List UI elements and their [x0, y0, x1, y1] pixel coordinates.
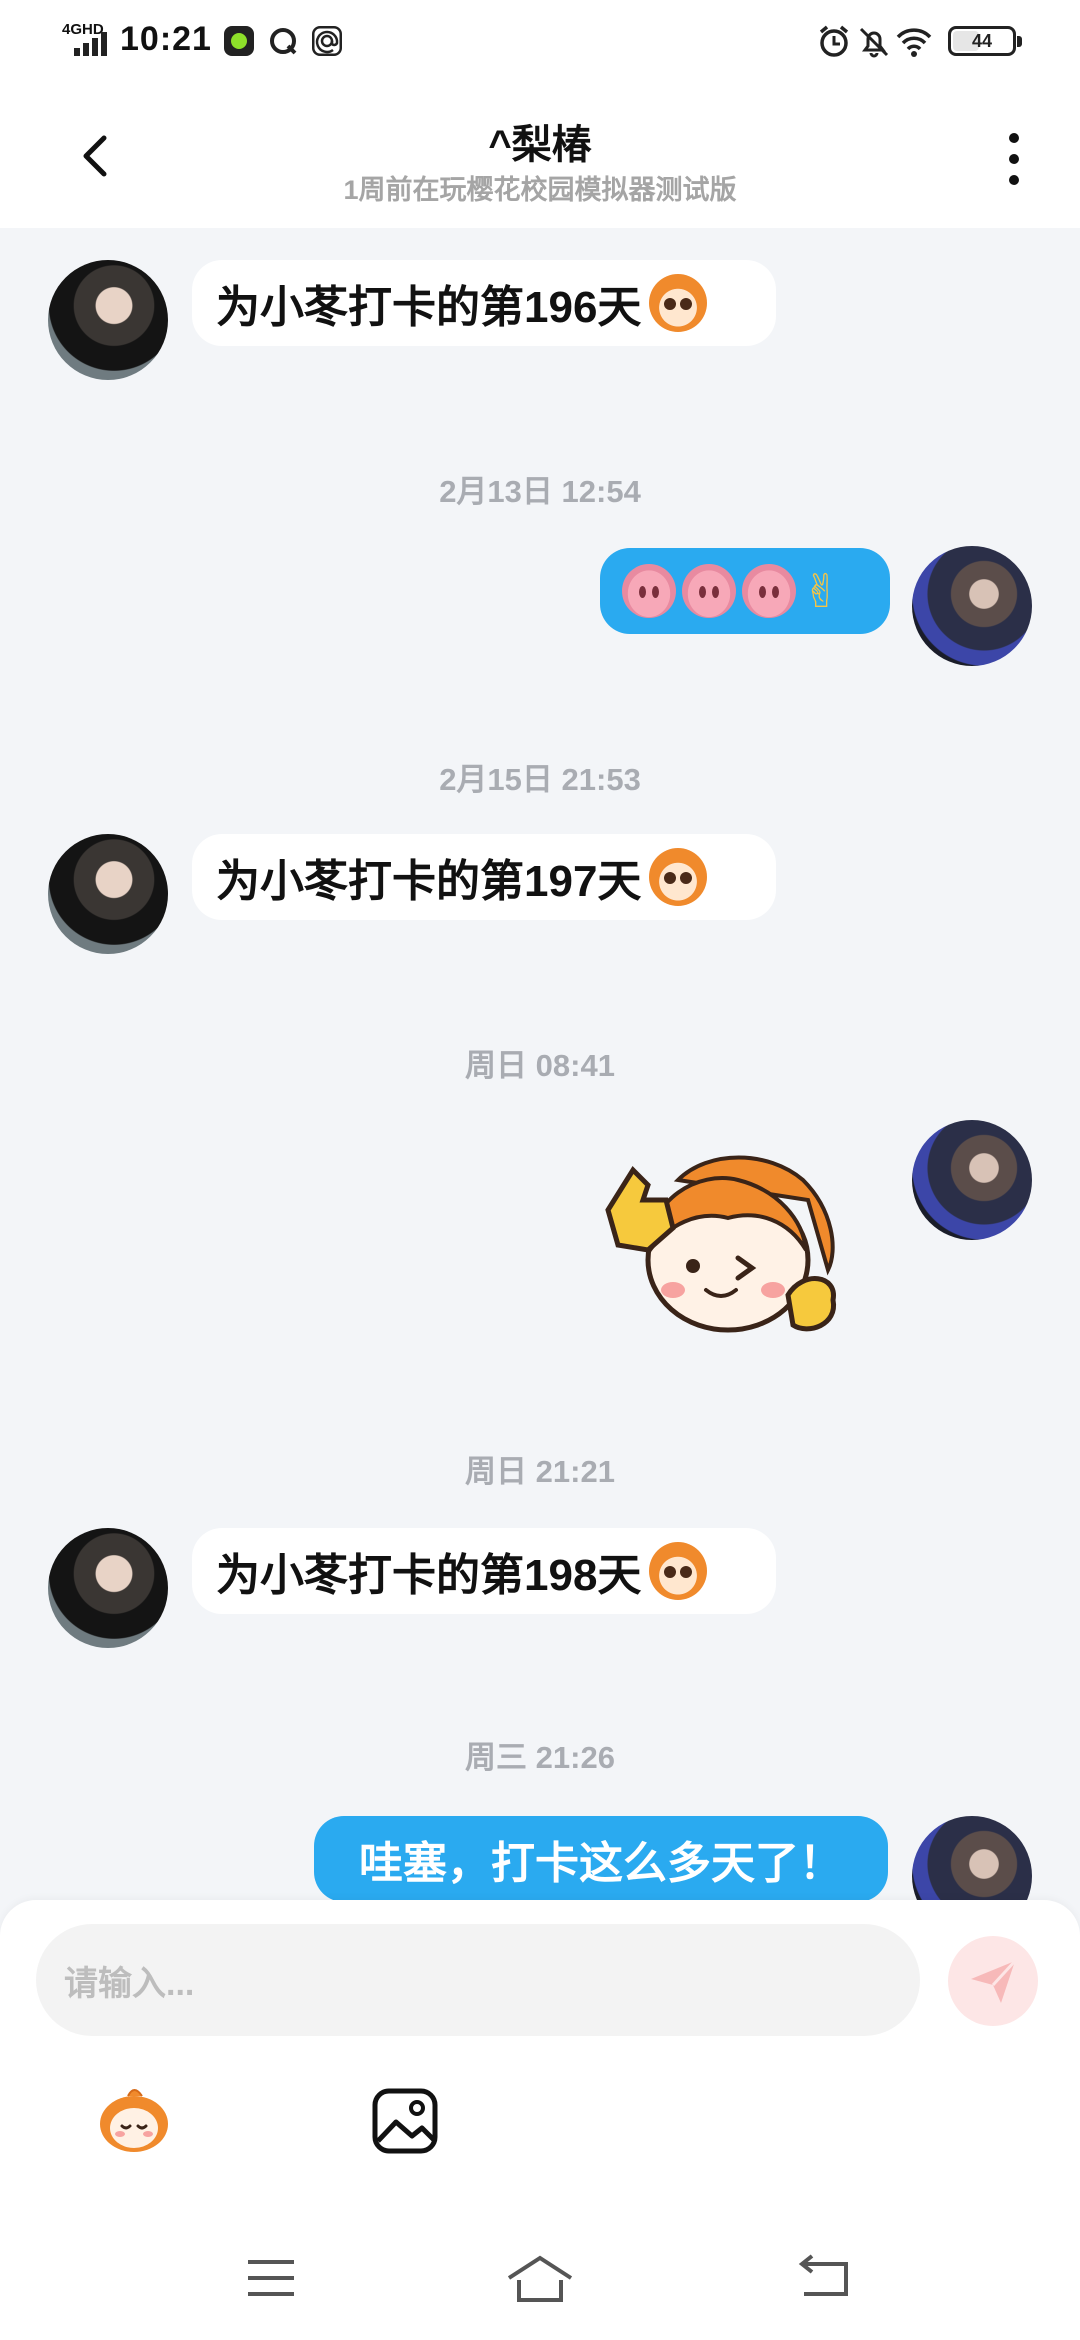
message-text: 为小苳打卡的第197天	[216, 857, 642, 906]
message-text: 哇塞，打卡这么多天了！	[359, 1839, 843, 1888]
message-timestamp: 周日 21:21	[465, 1454, 615, 1489]
input-placeholder: 请输入...	[64, 1964, 195, 2003]
app-green-icon	[224, 26, 254, 56]
send-button[interactable]	[948, 1936, 1038, 2026]
my-avatar[interactable]	[912, 1816, 1032, 1900]
clock: 10:21	[120, 20, 212, 58]
message-input[interactable]: 请输入...	[36, 1924, 920, 2036]
menu-icon[interactable]	[236, 2250, 306, 2306]
message-bubble-incoming[interactable]: 为小苳打卡的第198天	[192, 1528, 776, 1614]
mute-bell-icon	[859, 27, 889, 58]
contact-avatar[interactable]	[48, 834, 168, 954]
emoji-sticker-icon[interactable]	[92, 2080, 176, 2156]
message-text: 为小苳打卡的第196天	[216, 283, 642, 332]
presence-status: 1周前在玩樱花校园模拟器测试版	[343, 175, 737, 205]
wifi-icon	[896, 28, 932, 57]
message-timestamp: 周三 21:26	[465, 1740, 615, 1775]
system-nav-bar	[0, 2230, 1080, 2340]
more-vertical-icon[interactable]	[996, 124, 1032, 194]
message-timestamp: 周日 08:41	[465, 1048, 615, 1083]
message-list[interactable]: 为小苳打卡的第196天 2月13日 12:54 ✌ 2月15日 21:53 为小…	[0, 228, 1080, 1900]
cartoon-wink-thumbs-up-sticker[interactable]	[588, 1140, 848, 1350]
message-bubble-outgoing[interactable]: ✌	[600, 548, 890, 634]
monkey-grin-emoji	[649, 1542, 708, 1600]
pig-nose-emoji	[682, 564, 736, 618]
page-title: ^梨椿	[488, 123, 592, 167]
image-icon[interactable]	[370, 2086, 440, 2156]
contact-avatar[interactable]	[48, 1528, 168, 1648]
victory-hand-emoji: ✌	[802, 565, 841, 617]
battery-icon: 44	[948, 26, 1022, 56]
my-avatar[interactable]	[912, 546, 1032, 666]
message-text: 为小苳打卡的第198天	[216, 1551, 642, 1600]
back-icon[interactable]	[790, 2250, 860, 2306]
message-timestamp: 2月13日 12:54	[439, 474, 641, 509]
message-bubble-incoming[interactable]: 为小苳打卡的第197天	[192, 834, 776, 920]
pig-nose-emoji	[742, 564, 796, 618]
status-bar: 4GHD 10:21 44	[0, 0, 1080, 84]
signal-icon	[74, 32, 107, 56]
contact-avatar[interactable]	[48, 260, 168, 380]
at-sign-icon	[312, 26, 342, 56]
message-bubble-incoming[interactable]: 为小苳打卡的第196天	[192, 260, 776, 346]
pig-nose-emoji	[622, 564, 676, 618]
message-timestamp: 2月15日 21:53	[439, 762, 641, 797]
alarm-icon	[819, 25, 849, 57]
browser-q-icon	[270, 28, 297, 55]
battery-level: 44	[971, 31, 993, 51]
message-bubble-outgoing[interactable]: 哇塞，打卡这么多天了！	[314, 1816, 888, 1900]
monkey-face-emoji	[649, 274, 708, 332]
home-icon[interactable]	[505, 2250, 575, 2306]
send-plane-icon	[971, 1959, 1017, 2003]
my-avatar[interactable]	[912, 1120, 1032, 1240]
chat-header: ^梨椿 1周前在玩樱花校园模拟器测试版	[0, 84, 1080, 228]
monkey-face-emoji	[649, 848, 708, 906]
